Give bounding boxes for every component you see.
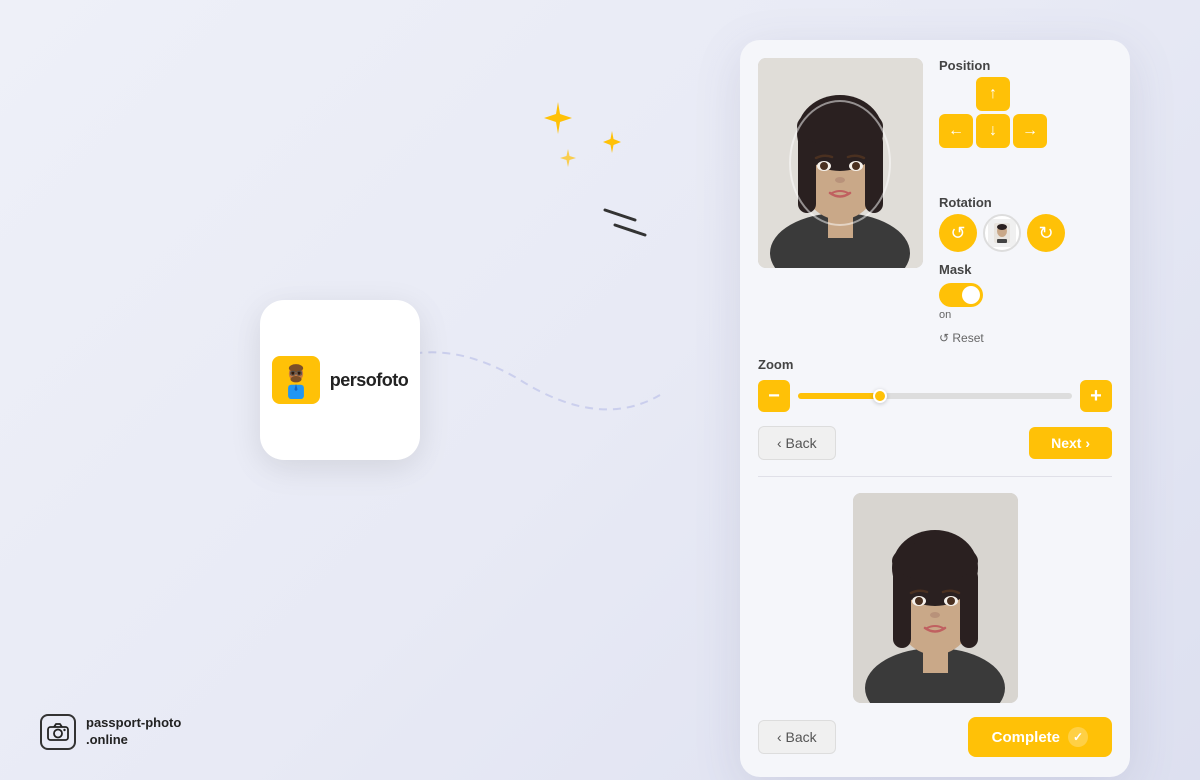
footer-line1: passport-photo [86,715,181,732]
pos-empty-1 [939,77,973,111]
footer-brand-text: passport-photo .online [86,715,181,749]
dash-decoration [600,200,650,245]
camera-icon [40,714,76,750]
footer-brand: passport-photo .online [40,714,181,750]
mask-state-label: on [939,309,951,321]
star-decoration-2 [600,130,624,154]
rotation-control: Rotation ↺ ↻ [939,195,1112,252]
bottom-preview-section [740,477,1130,703]
main-panel: Position ↑ ← ↓ → Rotation ↺ [740,40,1130,777]
complete-button[interactable]: Complete ✓ [968,717,1112,757]
zoom-label: Zoom [758,357,1112,372]
complete-label: Complete [992,729,1060,746]
rotate-ccw-button[interactable]: ↺ [939,214,977,252]
rotation-label: Rotation [939,195,1112,210]
zoom-plus-button[interactable]: + [1080,380,1112,412]
controls-panel: Position ↑ ← ↓ → Rotation ↺ [923,58,1112,345]
rotation-buttons: ↺ ↻ [939,214,1112,252]
pos-empty-2 [1013,77,1047,111]
star-decoration-1 [540,100,576,136]
logo-avatar [272,356,320,404]
rotate-photo-button[interactable] [983,214,1021,252]
toggle-knob [962,286,980,304]
zoom-row: − + [758,380,1112,412]
back-button-top[interactable]: ‹ Back [758,426,836,460]
pos-up-button[interactable]: ↑ [976,77,1010,111]
zoom-minus-button[interactable]: − [758,380,790,412]
back-button-bottom[interactable]: ‹ Back [758,720,836,754]
logo-name: persofoto [330,370,409,391]
photo-preview-top [758,58,923,268]
editor-section: Position ↑ ← ↓ → Rotation ↺ [740,40,1130,345]
star-decoration-3 [558,148,578,168]
mask-label: Mask [939,262,972,277]
bottom-photo-preview [853,493,1018,703]
nav-row-top: ‹ Back Next › [740,412,1130,460]
zoom-slider-thumb [873,389,887,403]
footer-line2: .online [86,732,181,749]
pos-right-button[interactable]: → [1013,114,1047,148]
pos-down-button[interactable]: ↓ [976,114,1010,148]
check-icon: ✓ [1068,727,1088,747]
next-button[interactable]: Next › [1029,427,1112,459]
position-grid: ↑ ← ↓ → [939,77,1047,185]
mask-toggle[interactable] [939,283,983,307]
pos-left-button[interactable]: ← [939,114,973,148]
logo-card: persofoto [260,300,420,460]
position-control: Position ↑ ← ↓ → [939,58,1112,185]
zoom-slider-fill [798,393,880,399]
zoom-section: Zoom − + [740,345,1130,412]
mask-control: Mask on [939,262,1112,321]
reset-button[interactable]: ↺ Reset [939,331,1112,345]
zoom-slider-track[interactable] [798,393,1072,399]
nav-row-bottom: ‹ Back Complete ✓ [740,703,1130,757]
rotate-cw-button[interactable]: ↻ [1027,214,1065,252]
position-label: Position [939,58,1112,73]
